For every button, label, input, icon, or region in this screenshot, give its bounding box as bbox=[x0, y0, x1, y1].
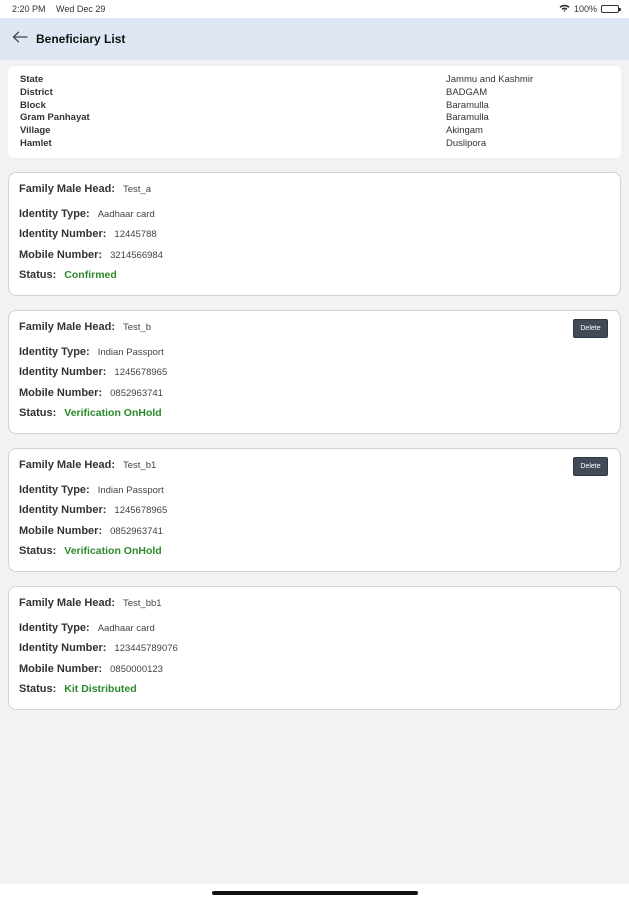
status-bar-left: 2:20 PM Wed Dec 29 bbox=[12, 4, 113, 14]
family-head-row: Family Male Head: Test_bb1 bbox=[19, 597, 610, 618]
location-value-gram-panchayat: Baramulla bbox=[446, 112, 489, 124]
status-row: Status: Verification OnHold bbox=[19, 545, 610, 566]
location-value-village: Akingam bbox=[446, 125, 483, 137]
identity-type-row: Identity Type: Indian Passport bbox=[19, 346, 610, 367]
identity-type-label: Identity Type: bbox=[19, 621, 90, 634]
beneficiary-card[interactable]: Delete Family Male Head: Test_b Identity… bbox=[8, 310, 621, 434]
mobile-number-label: Mobile Number: bbox=[19, 662, 103, 675]
location-label-block: Block bbox=[20, 99, 46, 111]
battery-icon bbox=[601, 5, 621, 13]
location-value-state: Jammu and Kashmir bbox=[446, 74, 534, 85]
delete-button[interactable]: Delete bbox=[573, 319, 608, 338]
app-header: Beneficiary List bbox=[0, 18, 629, 60]
battery-percent: 100% bbox=[573, 4, 597, 14]
status-label: Status: bbox=[19, 407, 57, 420]
identity-number-row: Identity Number: 123445789076 bbox=[19, 642, 610, 663]
identity-type-label: Identity Type: bbox=[19, 345, 90, 358]
status-label: Status: bbox=[19, 269, 57, 282]
identity-number-value: 12445788 bbox=[114, 229, 157, 241]
location-value-hamlet: Duslipora bbox=[446, 137, 487, 149]
identity-type-label: Identity Type: bbox=[19, 207, 90, 220]
status-bar-right: 100% bbox=[559, 4, 621, 14]
identity-number-label: Identity Number: bbox=[19, 228, 107, 241]
back-arrow-icon bbox=[12, 30, 28, 48]
identity-number-label: Identity Number: bbox=[19, 642, 107, 655]
location-label-gram-panchayat: Gram Panhayat bbox=[20, 112, 90, 124]
delete-button[interactable]: Delete bbox=[573, 457, 608, 476]
wifi-icon bbox=[559, 4, 570, 14]
identity-number-value: 123445789076 bbox=[114, 643, 178, 655]
status-label: Status: bbox=[19, 545, 57, 558]
location-info-card: State District Block Gram Panhayat Villa… bbox=[8, 66, 621, 158]
identity-number-row: Identity Number: 1245678965 bbox=[19, 504, 610, 525]
location-label-district: District bbox=[20, 86, 53, 98]
status-value: Confirmed bbox=[64, 269, 117, 282]
location-values: Jammu and Kashmir BADGAM Baramulla Baram… bbox=[446, 74, 534, 149]
status-row: Status: Confirmed bbox=[19, 269, 610, 290]
page-title: Beneficiary List bbox=[36, 32, 126, 46]
location-value-district: BADGAM bbox=[446, 86, 488, 98]
location-label-village: Village bbox=[20, 125, 51, 137]
mobile-number-value: 3214566984 bbox=[110, 249, 163, 261]
status-time: 2:20 PM bbox=[12, 4, 46, 14]
identity-number-row: Identity Number: 12445788 bbox=[19, 228, 610, 249]
family-head-label: Family Male Head: bbox=[19, 459, 115, 471]
mobile-number-label: Mobile Number: bbox=[19, 524, 103, 537]
mobile-number-label: Mobile Number: bbox=[19, 248, 103, 261]
status-row: Status: Verification OnHold bbox=[19, 407, 610, 428]
identity-number-label: Identity Number: bbox=[19, 366, 107, 379]
family-head-label: Family Male Head: bbox=[19, 321, 115, 333]
mobile-number-value: 0852963741 bbox=[110, 525, 163, 537]
identity-type-row: Identity Type: Aadhaar card bbox=[19, 622, 610, 643]
beneficiary-card[interactable]: Delete Family Male Head: Test_b1 Identit… bbox=[8, 448, 621, 572]
status-date: Wed Dec 29 bbox=[56, 4, 106, 14]
location-label-state: State bbox=[20, 74, 44, 85]
identity-type-label: Identity Type: bbox=[19, 483, 90, 496]
mobile-number-value: 0852963741 bbox=[110, 387, 163, 399]
status-value: Kit Distributed bbox=[64, 683, 137, 696]
mobile-number-row: Mobile Number: 3214566984 bbox=[19, 249, 610, 270]
identity-number-label: Identity Number: bbox=[19, 504, 107, 517]
family-head-row: Family Male Head: Test_b1 bbox=[19, 459, 610, 480]
mobile-number-label: Mobile Number: bbox=[19, 386, 103, 399]
identity-number-row: Identity Number: 1245678965 bbox=[19, 366, 610, 387]
family-head-label: Family Male Head: bbox=[19, 183, 115, 195]
family-head-value: Test_bb1 bbox=[122, 598, 162, 609]
identity-type-row: Identity Type: Aadhaar card bbox=[19, 208, 610, 229]
identity-type-value: Aadhaar card bbox=[97, 208, 155, 220]
mobile-number-row: Mobile Number: 0852963741 bbox=[19, 525, 610, 546]
identity-type-value: Indian Passport bbox=[97, 484, 164, 496]
location-labels: State District Block Gram Panhayat Villa… bbox=[20, 74, 446, 149]
family-head-value: Test_b1 bbox=[122, 460, 157, 471]
family-head-value: Test_a bbox=[122, 184, 151, 195]
status-bar: 2:20 PM Wed Dec 29 100% bbox=[0, 0, 629, 18]
identity-type-row: Identity Type: Indian Passport bbox=[19, 484, 610, 505]
beneficiary-card[interactable]: Family Male Head: Test_bb1 Identity Type… bbox=[8, 586, 621, 710]
home-indicator[interactable] bbox=[212, 891, 418, 895]
beneficiary-card[interactable]: Family Male Head: Test_a Identity Type: … bbox=[8, 172, 621, 296]
family-head-row: Family Male Head: Test_a bbox=[19, 183, 610, 204]
identity-number-value: 1245678965 bbox=[114, 505, 168, 517]
status-value: Verification OnHold bbox=[64, 545, 162, 558]
status-value: Verification OnHold bbox=[64, 407, 162, 420]
mobile-number-row: Mobile Number: 0850000123 bbox=[19, 663, 610, 684]
family-head-row: Family Male Head: Test_b bbox=[19, 321, 610, 342]
status-row: Status: Kit Distributed bbox=[19, 683, 610, 704]
family-head-value: Test_b bbox=[122, 322, 151, 333]
identity-type-value: Aadhaar card bbox=[97, 622, 155, 634]
status-label: Status: bbox=[19, 683, 57, 696]
family-head-label: Family Male Head: bbox=[19, 597, 115, 609]
location-label-hamlet: Hamlet bbox=[20, 137, 52, 149]
home-indicator-area bbox=[0, 884, 629, 900]
identity-number-value: 1245678965 bbox=[114, 367, 168, 379]
location-value-block: Baramulla bbox=[446, 99, 489, 111]
identity-type-value: Indian Passport bbox=[97, 346, 164, 358]
mobile-number-row: Mobile Number: 0852963741 bbox=[19, 387, 610, 408]
back-button[interactable] bbox=[10, 29, 30, 49]
mobile-number-value: 0850000123 bbox=[110, 663, 163, 675]
